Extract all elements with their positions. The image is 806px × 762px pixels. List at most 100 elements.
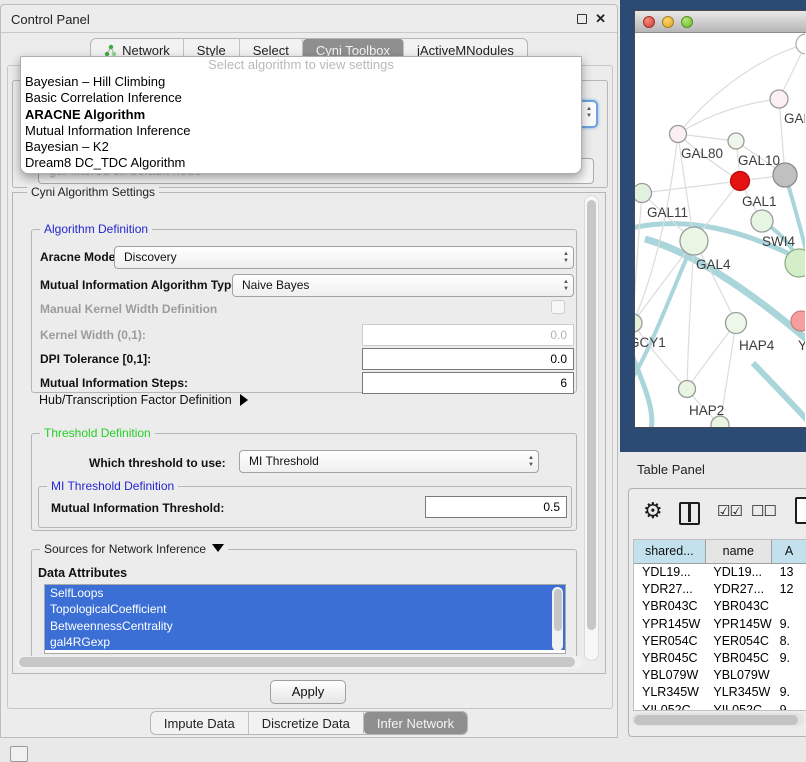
dock-panel-icon[interactable] [10, 746, 28, 762]
column-header[interactable]: name [706, 540, 772, 563]
aracne-mode-label: Aracne Mode: [40, 250, 119, 264]
tab-impute-data[interactable]: Impute Data [151, 712, 249, 734]
network-node[interactable] [635, 314, 642, 332]
table-row[interactable]: YER054CYER054C8. [634, 633, 806, 650]
gear-icon[interactable]: ⚙ [643, 498, 663, 524]
column-header[interactable]: shared... [634, 540, 706, 563]
algorithm-option[interactable]: Mutual Information Inference [21, 123, 581, 139]
table-panel-window: ⚙ ☑☑ ☐☐ shared...nameA YDL19...YDL19...1… [628, 488, 806, 737]
table-row[interactable]: YBL079WYBL079W [634, 667, 806, 684]
network-node[interactable] [770, 90, 788, 108]
network-canvas[interactable]: GALGAL80GAL10GAL1GAL11SWI4GAL4GCY1HAP4YH… [635, 33, 805, 427]
network-node[interactable] [635, 184, 652, 203]
table-cell: 8. [772, 633, 806, 650]
network-view-window[interactable]: GALGAL80GAL10GAL1GAL11SWI4GAL4GCY1HAP4YH… [634, 10, 806, 428]
network-node[interactable] [791, 311, 805, 331]
node-label: GAL [784, 111, 805, 126]
network-node[interactable] [796, 34, 805, 54]
table-row[interactable]: YBR043CYBR043C [634, 598, 806, 615]
network-edge[interactable] [753, 363, 805, 427]
settings-horizontal-scrollbar[interactable] [17, 656, 583, 669]
network-node[interactable] [726, 313, 747, 334]
node-label: GCY1 [635, 335, 666, 350]
apply-button[interactable]: Apply [270, 680, 346, 704]
data-attribute-item[interactable]: TopologicalCoefficient [45, 601, 565, 617]
algorithm-option[interactable]: ARACNE Algorithm [21, 107, 581, 123]
network-edge[interactable] [687, 323, 736, 389]
algorithm-option[interactable]: Dream8 DC_TDC Algorithm [21, 155, 581, 171]
manual-kernel-width-checkbox[interactable] [551, 300, 565, 314]
aracne-mode-combobox[interactable]: Discovery ▲▼ [114, 246, 574, 269]
table-row[interactable]: YDR27...YDR27...12 [634, 581, 806, 598]
mi-algorithm-type-combobox[interactable]: Naive Bayes ▲▼ [232, 274, 574, 297]
table-horizontal-scrollbar[interactable] [632, 713, 804, 726]
control-panel-titlebar[interactable]: Control Panel ✕ [1, 5, 617, 33]
network-edge[interactable] [687, 241, 694, 389]
network-node[interactable] [751, 210, 773, 232]
table-rows[interactable]: YDL19...YDL19...13YDR27...YDR27...12YBR0… [634, 564, 806, 711]
data-attributes-list[interactable]: SelfLoopsTopologicalCoefficientBetweenne… [44, 584, 566, 654]
network-node[interactable] [679, 381, 696, 398]
data-attribute-item[interactable]: SelfLoops [45, 585, 565, 601]
manual-kernel-width-label: Manual Kernel Width Definition [40, 302, 217, 316]
table-cell: 9. [772, 616, 806, 633]
table-header-row[interactable]: shared...nameA [634, 540, 806, 564]
network-node[interactable] [670, 126, 687, 143]
tab-infer-network[interactable]: Infer Network [364, 712, 467, 734]
table-cell: YIL052C [705, 702, 771, 712]
which-threshold-combobox[interactable]: MI Threshold ▲▼ [239, 450, 539, 473]
table-row[interactable]: YIL052CYIL052C9 [634, 702, 806, 712]
minimize-traffic-light-icon[interactable] [662, 16, 674, 28]
table-cell: YPR145W [634, 616, 705, 633]
network-edge[interactable] [635, 241, 694, 383]
tab-discretize-data[interactable]: Discretize Data [249, 712, 364, 734]
mi-steps-field[interactable]: 6 [362, 372, 574, 394]
network-node[interactable] [731, 172, 750, 191]
network-node[interactable] [728, 133, 744, 149]
table-row[interactable]: YPR145WYPR145W9. [634, 616, 806, 633]
node-table[interactable]: shared...nameA YDL19...YDL19...13YDR27..… [633, 539, 806, 711]
columns-icon[interactable] [679, 502, 700, 525]
settings-panel-title: Cyni Algorithm Settings [27, 185, 159, 199]
deselect-all-checkboxes-icon[interactable]: ☐☐ [751, 502, 776, 520]
hub-definition-expander[interactable]: Hub/Transcription Factor Definition [39, 393, 248, 407]
algorithm-option[interactable]: Basic Correlation Inference [21, 90, 581, 106]
close-traffic-light-icon[interactable] [643, 16, 655, 28]
table-row[interactable]: YBR045CYBR045C9. [634, 650, 806, 667]
table-cell: YIL052C [634, 702, 705, 712]
sources-title[interactable]: Sources for Network Inference [40, 542, 228, 556]
mi-algorithm-type-label: Mutual Information Algorithm Type: [40, 278, 242, 292]
settings-vertical-scrollbar[interactable] [584, 195, 599, 661]
table-toolbar: ⚙ ☑☑ ☐☐ [629, 489, 806, 539]
table-row[interactable]: YDL19...YDL19...13 [634, 564, 806, 581]
algorithm-dropdown-popup: Select algorithm to view settings Bayesi… [20, 56, 582, 174]
attributes-scrollbar[interactable] [552, 587, 563, 651]
network-edge[interactable] [645, 239, 805, 343]
network-edge[interactable] [642, 181, 740, 193]
algorithm-option[interactable]: Bayesian – K2 [21, 139, 581, 155]
mi-threshold-definition-group: MI Threshold Definition Mutual Informati… [38, 486, 572, 528]
kernel-width-field[interactable]: 0.0 [362, 324, 574, 346]
dpi-tolerance-field[interactable]: 0.0 [362, 348, 574, 370]
mi-threshold-field[interactable]: 0.5 [425, 496, 567, 518]
column-header[interactable]: A [772, 540, 806, 563]
network-node[interactable] [680, 227, 708, 255]
network-svg: GALGAL80GAL10GAL1GAL11SWI4GAL4GCY1HAP4YH… [635, 33, 805, 427]
data-attribute-item[interactable]: BetweennessCentrality [45, 618, 565, 634]
combo-stepper-icon: ▲▼ [563, 251, 569, 265]
select-all-checkboxes-icon[interactable]: ☑☑ [717, 502, 742, 520]
cyni-algorithm-settings-panel: Cyni Algorithm Settings Algorithm Defini… [12, 192, 606, 674]
algorithm-option[interactable]: Bayesian – Hill Climbing [21, 74, 581, 90]
table-row[interactable]: YLR345WYLR345W9. [634, 684, 806, 701]
table-panel-titlebar[interactable]: Table Panel [620, 452, 806, 488]
combo-stepper-icon: ▲▼ [563, 279, 569, 293]
table-cell: YLR345W [705, 684, 771, 701]
network-window-titlebar[interactable] [635, 11, 806, 33]
node-label: HAP4 [739, 338, 775, 353]
export-table-icon[interactable] [795, 497, 806, 524]
data-attribute-item[interactable]: gal4RGexp [45, 634, 565, 650]
dpi-tolerance-label: DPI Tolerance [0,1]: [40, 352, 151, 366]
float-window-icon[interactable] [577, 14, 587, 24]
close-icon[interactable]: ✕ [595, 11, 606, 27]
zoom-traffic-light-icon[interactable] [681, 16, 693, 28]
